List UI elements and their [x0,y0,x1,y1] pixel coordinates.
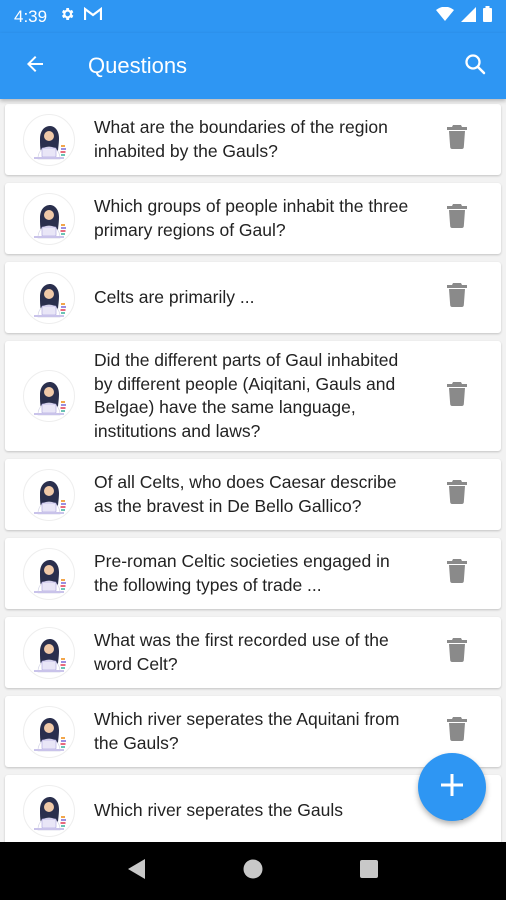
status-time: 4:39 [14,6,48,26]
back-button[interactable] [0,33,70,99]
woman-laptop-illustration [34,125,66,159]
delete-button[interactable] [427,717,487,746]
question-text: Of all Celts, who does Caesar describe a… [94,472,397,516]
wifi-icon [436,6,454,26]
question-text: What are the boundaries of the region in… [94,117,388,161]
gmail-icon [83,6,103,26]
avatar [23,784,75,837]
system-nav-bar [0,842,506,900]
add-question-button[interactable] [418,753,486,821]
question-text: Celts are primarily ... [94,286,255,307]
question-card[interactable]: What are the boundaries of the region in… [5,104,501,175]
page-title: Questions [88,53,188,78]
status-bar: 4:39 [0,0,506,33]
question-card[interactable]: Which groups of people inhabit the three… [5,183,501,254]
trash-icon [447,717,467,746]
plus-icon [441,773,463,801]
signal-icon [461,6,476,27]
trash-icon [447,559,467,588]
question-text: Which river seperates the Gauls [94,799,343,820]
recents-square-icon[interactable] [359,859,379,884]
woman-laptop-illustration [34,283,66,317]
question-text: What was the first recorded use of the w… [94,630,389,674]
question-list[interactable]: What are the boundaries of the region in… [0,99,506,842]
search-button[interactable] [444,33,506,99]
trash-icon [447,283,467,312]
arrow-left-icon [23,52,47,81]
avatar [23,626,75,679]
question-card[interactable]: Celts are primarily ... [5,262,501,333]
delete-button[interactable] [427,381,487,411]
woman-laptop-illustration [34,796,66,830]
delete-button[interactable] [427,204,487,233]
woman-laptop-illustration [34,559,66,593]
avatar [23,192,75,245]
home-circle-icon[interactable] [242,858,264,885]
question-card[interactable]: Of all Celts, who does Caesar describe a… [5,459,501,530]
trash-icon [447,480,467,509]
avatar [23,271,75,324]
delete-button[interactable] [427,480,487,509]
question-text: Did the different parts of Gaul inhabite… [94,350,399,441]
gear-icon [59,6,75,27]
avatar [23,113,75,166]
question-card[interactable]: Did the different parts of Gaul inhabite… [5,341,501,451]
delete-button[interactable] [427,283,487,312]
avatar [23,370,75,422]
avatar [23,705,75,758]
delete-button[interactable] [427,125,487,154]
question-text: Pre-roman Celtic societies engaged in th… [94,551,390,595]
search-icon [463,52,487,81]
question-text: Which river seperates the Aquitani from … [94,709,400,753]
question-card[interactable]: Pre-roman Celtic societies engaged in th… [5,538,501,609]
woman-laptop-illustration [34,480,66,514]
back-triangle-icon[interactable] [127,858,147,885]
app-bar: Questions [0,33,506,99]
woman-laptop-illustration [34,717,66,751]
avatar [23,468,75,521]
woman-laptop-illustration [34,638,66,672]
delete-button[interactable] [427,638,487,667]
woman-laptop-illustration [34,382,66,416]
woman-laptop-illustration [34,204,66,238]
delete-button[interactable] [427,559,487,588]
trash-icon [447,204,467,233]
question-text: Which groups of people inhabit the three… [94,196,409,240]
trash-icon [447,638,467,667]
question-card[interactable]: What was the first recorded use of the w… [5,617,501,688]
trash-icon [447,125,467,154]
question-card[interactable]: Which river seperates the Aquitani from … [5,696,501,767]
avatar [23,547,75,600]
trash-icon [447,381,467,411]
battery-icon [483,6,492,27]
